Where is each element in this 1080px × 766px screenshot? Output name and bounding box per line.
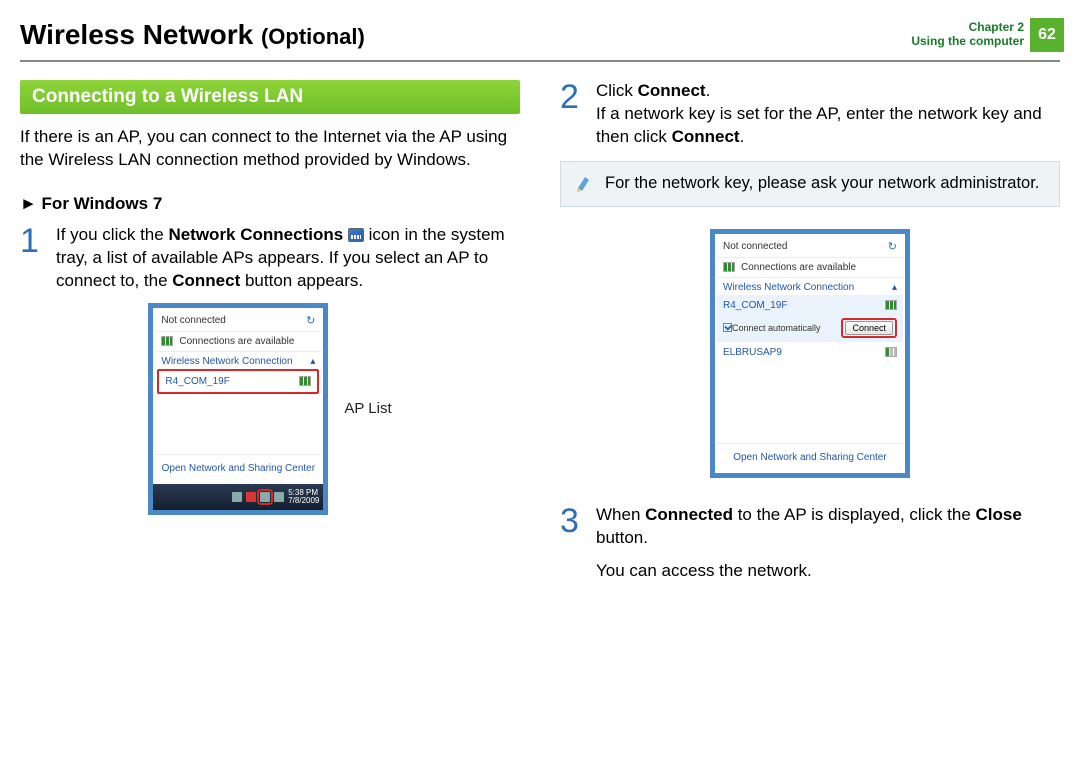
tray-network-icon[interactable] <box>260 492 270 502</box>
divider <box>20 60 1060 62</box>
open-network-center-link[interactable]: Open Network and Sharing Center <box>155 454 321 482</box>
ap-list-callout: AP List <box>344 400 391 417</box>
connect-auto-checkbox[interactable] <box>723 323 732 332</box>
signal-icon <box>723 262 735 272</box>
wifi-popup-screenshot-1: Not connected ↻ Connections are availabl… <box>148 303 328 515</box>
tray-icon <box>232 492 242 502</box>
connect-auto-label: Connect automatically <box>732 323 821 333</box>
connections-available-label: Connections are available <box>179 336 294 347</box>
ap-connect-row: Connect automatically Connect <box>717 316 903 342</box>
chevron-up-icon[interactable]: ▴ <box>310 356 315 367</box>
page-number-badge: 62 <box>1030 18 1064 52</box>
tray-icon <box>246 492 256 502</box>
taskbar: 5:38 PM 7/8/2009 <box>153 484 323 510</box>
page-title: Wireless Network (Optional) <box>20 19 365 51</box>
ap-name: R4_COM_19F <box>165 376 229 387</box>
refresh-icon[interactable]: ↻ <box>306 314 315 327</box>
wifi-popup-screenshot-2: Not connected ↻ Connections are availabl… <box>710 229 910 478</box>
step-3-number: 3 <box>560 504 586 583</box>
signal-icon <box>885 347 897 357</box>
note-icon <box>575 174 595 194</box>
header-meta: Chapter 2 Using the computer 62 <box>911 18 1080 52</box>
chevron-up-icon[interactable]: ▴ <box>892 282 897 293</box>
signal-icon <box>299 376 311 386</box>
network-connections-icon <box>348 228 364 242</box>
wlan-section-label: Wireless Network Connection <box>161 356 292 367</box>
tray-clock: 5:38 PM 7/8/2009 <box>288 489 319 505</box>
refresh-icon[interactable]: ↻ <box>888 240 897 253</box>
note-text: For the network key, please ask your net… <box>605 174 1039 193</box>
not-connected-label: Not connected <box>161 315 226 326</box>
step-3-body: When Connected to the AP is displayed, c… <box>596 504 1060 583</box>
step-2-body: Click Connect. If a network key is set f… <box>596 80 1060 149</box>
chapter-line1: Chapter 2 <box>911 21 1024 35</box>
connect-button[interactable]: Connect <box>845 321 893 335</box>
step-2-number: 2 <box>560 80 586 149</box>
note-box: For the network key, please ask your net… <box>560 161 1060 207</box>
title-main: Wireless Network <box>20 19 253 50</box>
intro-text: If there is an AP, you can connect to th… <box>20 126 520 172</box>
signal-icon <box>161 336 173 346</box>
tray-volume-icon <box>274 492 284 502</box>
title-tag: (Optional) <box>261 24 365 49</box>
step-1-body: If you click the Network Connections ico… <box>56 224 520 293</box>
ap-item-selected[interactable]: R4_COM_19F <box>717 295 903 316</box>
section-heading: Connecting to a Wireless LAN <box>20 80 520 114</box>
chapter-line2: Using the computer <box>911 35 1024 49</box>
step-1-number: 1 <box>20 224 46 293</box>
ap-item[interactable]: ELBRUSAP9 <box>717 342 903 363</box>
sub-heading: ► For Windows 7 <box>20 194 520 214</box>
signal-icon <box>885 300 897 310</box>
ap-item-highlighted[interactable]: R4_COM_19F <box>157 369 319 394</box>
open-network-center-link[interactable]: Open Network and Sharing Center <box>717 443 903 471</box>
